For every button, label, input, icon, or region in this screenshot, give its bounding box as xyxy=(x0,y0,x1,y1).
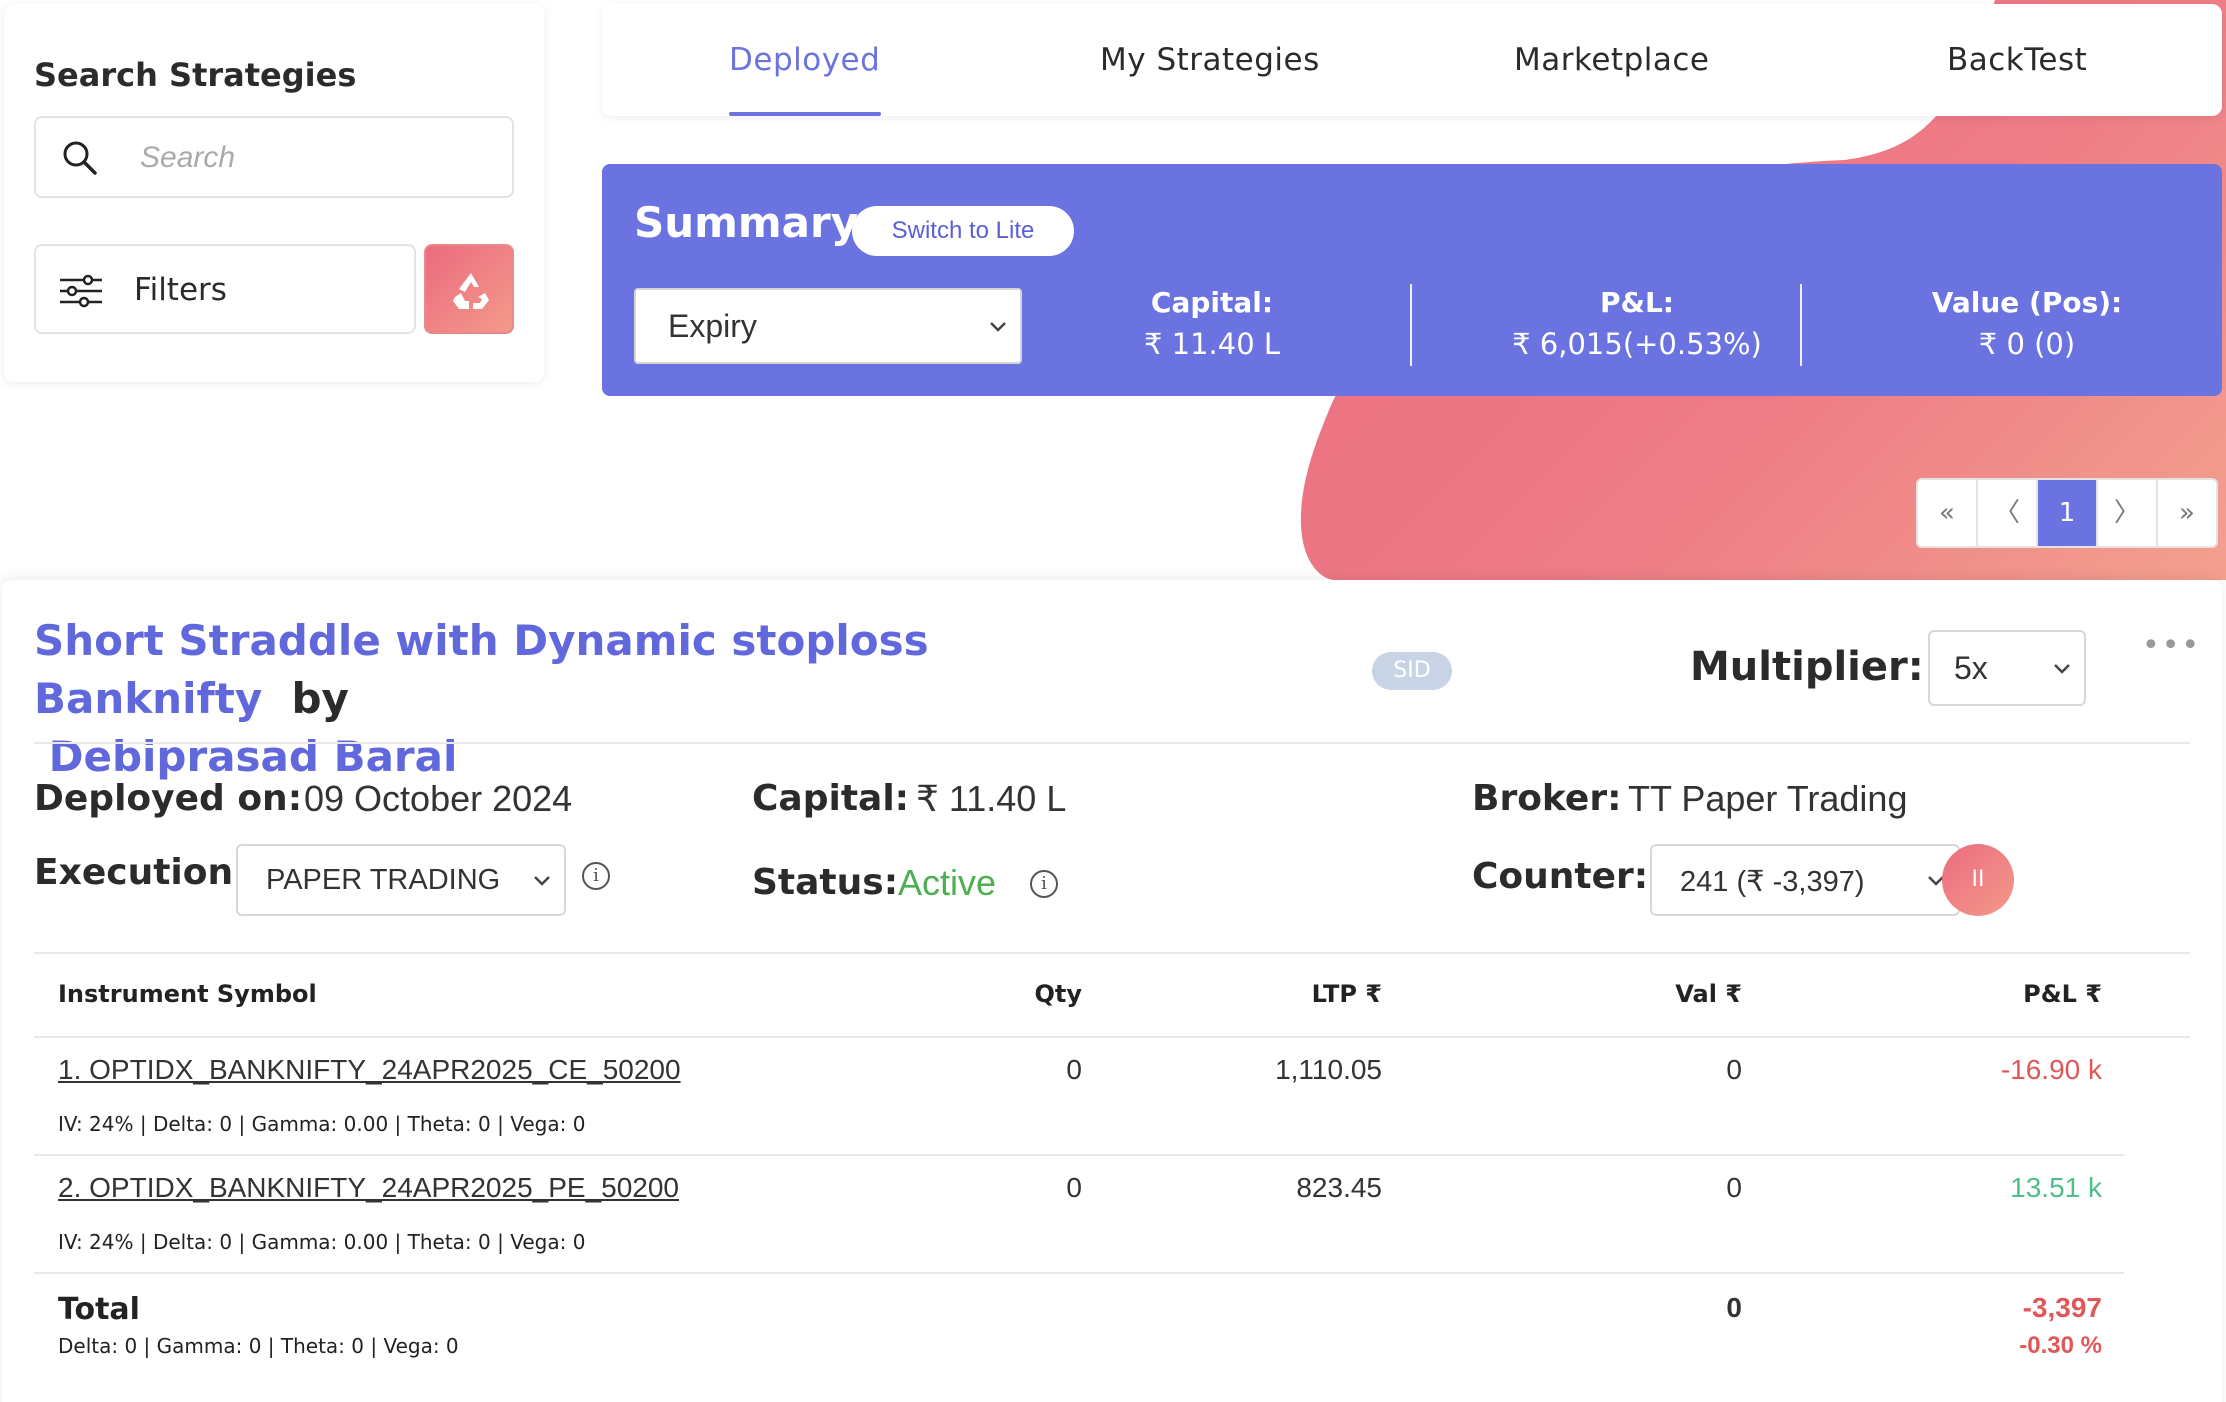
row-greeks: IV: 24% | Delta: 0 | Gamma: 0.00 | Theta… xyxy=(58,1112,586,1136)
page-last-button[interactable]: » xyxy=(2158,480,2216,546)
summary-divider xyxy=(1410,284,1412,366)
instrument-symbol-link[interactable]: 1. OPTIDX_BANKNIFTY_24APR2025_CE_50200 xyxy=(58,1054,681,1086)
chevron-down-icon xyxy=(986,314,1010,342)
summary-divider xyxy=(1800,284,1802,366)
tab-my-strategies[interactable]: My Strategies xyxy=(1100,42,1320,78)
total-val: 0 xyxy=(1726,1292,1742,1323)
row-ltp: 1,110.05 xyxy=(1275,1054,1382,1085)
strategy-name-link[interactable]: Short Straddle with Dynamic stoploss Ban… xyxy=(34,616,929,723)
active-tab-indicator xyxy=(729,112,881,116)
more-options-icon[interactable]: ••• xyxy=(2142,631,2201,661)
summary-capital-label: Capital: xyxy=(1150,286,1274,319)
chevron-down-icon xyxy=(2050,656,2074,684)
page-current-button[interactable]: 1 xyxy=(2038,480,2098,546)
row-greeks: IV: 24% | Delta: 0 | Gamma: 0.00 | Theta… xyxy=(58,1230,586,1254)
divider xyxy=(34,742,2190,744)
row-pnl: 13.51 k xyxy=(2010,1172,2102,1203)
strategy-by-label: by xyxy=(291,674,349,723)
search-input[interactable] xyxy=(140,134,480,182)
row-qty: 0 xyxy=(1066,1054,1082,1085)
tab-marketplace[interactable]: Marketplace xyxy=(1514,42,1709,78)
divider xyxy=(34,1154,2124,1156)
search-panel: Search Strategies Filters xyxy=(4,4,544,382)
summary-pnl-value: ₹ 6,015(+0.53%) xyxy=(1512,327,1762,361)
row-ltp: 823.45 xyxy=(1296,1172,1382,1203)
status-value: Active xyxy=(898,862,997,903)
page-first-button[interactable]: « xyxy=(1918,480,1978,546)
tab-deployed[interactable]: Deployed xyxy=(729,42,880,78)
col-header-val: Val ₹ xyxy=(1675,980,1742,1008)
summary-pnl: P&L: ₹ 6,015(+0.53%) xyxy=(1472,286,1802,361)
deployed-on-value: 09 October 2024 xyxy=(304,778,573,819)
switch-to-lite-button[interactable]: Switch to Lite xyxy=(852,206,1074,256)
status-info-icon[interactable]: i xyxy=(1030,870,1058,898)
tabs-bar: Deployed My Strategies Marketplace BackT… xyxy=(602,4,2222,116)
status-label: Status: xyxy=(752,862,899,903)
row-qty: 0 xyxy=(1066,1172,1082,1203)
strategy-title: Short Straddle with Dynamic stoploss Ban… xyxy=(34,612,1234,786)
total-greeks: Delta: 0 | Gamma: 0 | Theta: 0 | Vega: 0 xyxy=(58,1334,459,1358)
counter-select[interactable]: 241 (₹ -3,397) xyxy=(1650,844,1960,916)
summary-capital-value: ₹ 11.40 L xyxy=(1143,327,1281,361)
summary-value-pos: Value (Pos): ₹ 0 (0) xyxy=(1862,286,2192,361)
row-val: 0 xyxy=(1726,1172,1742,1203)
execution-select-value: PAPER TRADING xyxy=(266,864,501,896)
expiry-select-value: Expiry xyxy=(668,308,757,344)
total-label: Total xyxy=(58,1292,140,1327)
multiplier-value: 5x xyxy=(1954,650,1988,686)
search-title: Search Strategies xyxy=(34,56,357,94)
summary-panel: Summary Switch to Lite Expiry Capital: ₹… xyxy=(602,164,2222,396)
summary-capital: Capital: ₹ 11.40 L xyxy=(1082,286,1342,361)
app-root: Search Strategies Filters xyxy=(0,0,2226,1402)
page-next-button[interactable]: 〉 xyxy=(2098,480,2158,546)
chevron-down-icon xyxy=(530,868,554,896)
execution-select[interactable]: PAPER TRADING xyxy=(236,844,566,916)
multiplier-label: Multiplier: xyxy=(1690,644,1924,690)
filters-button[interactable]: Filters xyxy=(34,244,416,334)
filters-label: Filters xyxy=(134,272,227,308)
col-header-pnl: P&L ₹ xyxy=(2023,980,2102,1008)
total-pnl: -3,397 xyxy=(2022,1292,2102,1323)
search-box[interactable] xyxy=(34,116,514,198)
expiry-select[interactable]: Expiry xyxy=(634,288,1022,364)
divider xyxy=(34,1272,2124,1274)
broker-label: Broker: xyxy=(1472,778,1622,819)
recycle-icon xyxy=(453,273,489,309)
divider xyxy=(34,1036,2190,1038)
pause-button[interactable]: II xyxy=(1942,844,2014,916)
counter-select-value: 241 (₹ -3,397) xyxy=(1680,866,1865,898)
multiplier-select[interactable]: 5x xyxy=(1928,630,2086,706)
pagination: « 〈 1 〉 » xyxy=(1916,478,2218,548)
tab-backtest[interactable]: BackTest xyxy=(1947,42,2087,78)
page-prev-button[interactable]: 〈 xyxy=(1978,480,2038,546)
strategy-author-link[interactable]: Debiprasad Baral xyxy=(49,732,458,781)
summary-value-value: ₹ 0 (0) xyxy=(1978,327,2076,361)
search-icon xyxy=(60,138,100,182)
divider xyxy=(34,952,2190,954)
summary-pnl-label: P&L: xyxy=(1600,286,1674,319)
instrument-symbol-link[interactable]: 2. OPTIDX_BANKNIFTY_24APR2025_PE_50200 xyxy=(58,1172,679,1204)
broker-value: TT Paper Trading xyxy=(1628,778,1908,819)
col-header-ltp: LTP ₹ xyxy=(1311,980,1382,1008)
sid-badge[interactable]: SID xyxy=(1372,652,1452,690)
deployed-on-label: Deployed on: xyxy=(34,778,303,819)
counter-label: Counter: xyxy=(1472,856,1649,897)
execution-label: Execution: xyxy=(34,852,248,893)
row-val: 0 xyxy=(1726,1054,1742,1085)
pause-icon: II xyxy=(1971,867,1985,892)
summary-title: Summary xyxy=(634,198,859,247)
total-pnl-percent: -0.30 % xyxy=(2019,1332,2102,1359)
summary-value-label: Value (Pos): xyxy=(1931,286,2123,319)
col-header-qty: Qty xyxy=(1034,980,1082,1008)
row-pnl: -16.90 k xyxy=(2000,1054,2102,1085)
strategy-card: Short Straddle with Dynamic stoploss Ban… xyxy=(2,580,2222,1402)
capital-label: Capital: xyxy=(752,778,910,819)
col-header-symbol: Instrument Symbol xyxy=(58,980,317,1008)
reset-button[interactable] xyxy=(424,244,514,334)
capital-value: ₹ 11.40 L xyxy=(916,778,1067,819)
execution-info-icon[interactable]: i xyxy=(582,862,610,890)
sliders-icon xyxy=(58,274,104,312)
